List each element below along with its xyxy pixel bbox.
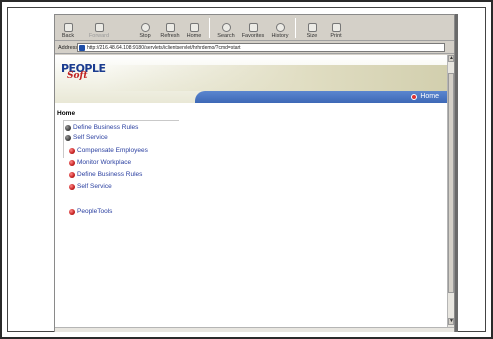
address-label: Address [58, 44, 79, 51]
search-button[interactable]: Search [215, 17, 237, 39]
bullet-icon [69, 208, 75, 215]
menu-item-define-business-rules[interactable]: Define Business Rules [65, 124, 138, 131]
bullet-icon [69, 147, 75, 154]
home-bullet-icon [411, 93, 418, 100]
home-link[interactable]: Home [411, 93, 439, 100]
forward-button[interactable]: Forward [85, 17, 113, 39]
submenu-item-compensate-employees[interactable]: Compensate Employees [69, 147, 148, 154]
bullet-icon [69, 183, 75, 190]
home-nav-bar: Home [195, 91, 447, 103]
favorites-button[interactable]: Favorites [240, 17, 266, 39]
stop-icon [140, 23, 150, 32]
browser-window: Back Forward Stop Refresh Home Search Fa… [54, 14, 455, 332]
toolbar-separator [209, 18, 210, 38]
page-icon [79, 44, 85, 51]
favorites-icon [248, 23, 258, 32]
address-input[interactable]: http://216.48.64.108:9180/servlets/iclie… [77, 43, 445, 52]
submenu-item-self-service[interactable]: Self Service [69, 183, 112, 190]
scroll-up-arrow-icon[interactable]: ▲ [448, 55, 454, 62]
menu-item-peopletools[interactable]: PeopleTools [69, 208, 112, 215]
page-content: PEOPLE Soft Home Home Define Business Ru… [55, 55, 447, 327]
bullet-icon [69, 171, 75, 178]
back-button[interactable]: Back [59, 17, 77, 39]
history-button[interactable]: History [269, 17, 291, 39]
window-shadow-edge [455, 14, 458, 332]
address-bar: Address http://216.48.64.108:9180/servle… [55, 42, 454, 54]
browser-toolbar: Back Forward Stop Refresh Home Search Fa… [55, 15, 454, 41]
home-icon [189, 23, 199, 32]
home-button[interactable]: Home [185, 17, 203, 39]
submenu-item-monitor-workplace[interactable]: Monitor Workplace [69, 159, 131, 166]
stop-button[interactable]: Stop [137, 17, 153, 39]
collapse-bullet-icon [65, 134, 71, 141]
bullet-icon [69, 159, 75, 166]
peoplesoft-logo: PEOPLE Soft [61, 62, 106, 81]
address-url: http://216.48.64.108:9180/servlets/iclie… [87, 44, 241, 51]
printer-icon [331, 23, 341, 32]
toolbar-separator [295, 18, 296, 38]
banner-gradient [100, 65, 447, 91]
size-button[interactable]: Size [303, 17, 321, 39]
print-button[interactable]: Print [327, 17, 345, 39]
search-icon [221, 23, 231, 32]
submenu-item-define-business-rules[interactable]: Define Business Rules [69, 171, 142, 178]
history-icon [275, 23, 285, 32]
expand-bullet-icon [65, 124, 71, 131]
menu-item-self-service[interactable]: Self Service [65, 134, 108, 141]
forward-arrow-icon [94, 23, 104, 32]
scrollbar-thumb[interactable] [448, 73, 454, 293]
horizontal-scrollbar[interactable] [55, 327, 454, 332]
refresh-icon [165, 23, 175, 32]
font-size-icon [307, 23, 317, 32]
refresh-button[interactable]: Refresh [159, 17, 181, 39]
page-title: Home [57, 110, 76, 117]
vertical-scrollbar[interactable]: ▲ ▼ [447, 55, 454, 327]
back-arrow-icon [63, 23, 73, 32]
scroll-down-arrow-icon[interactable]: ▼ [448, 318, 454, 325]
